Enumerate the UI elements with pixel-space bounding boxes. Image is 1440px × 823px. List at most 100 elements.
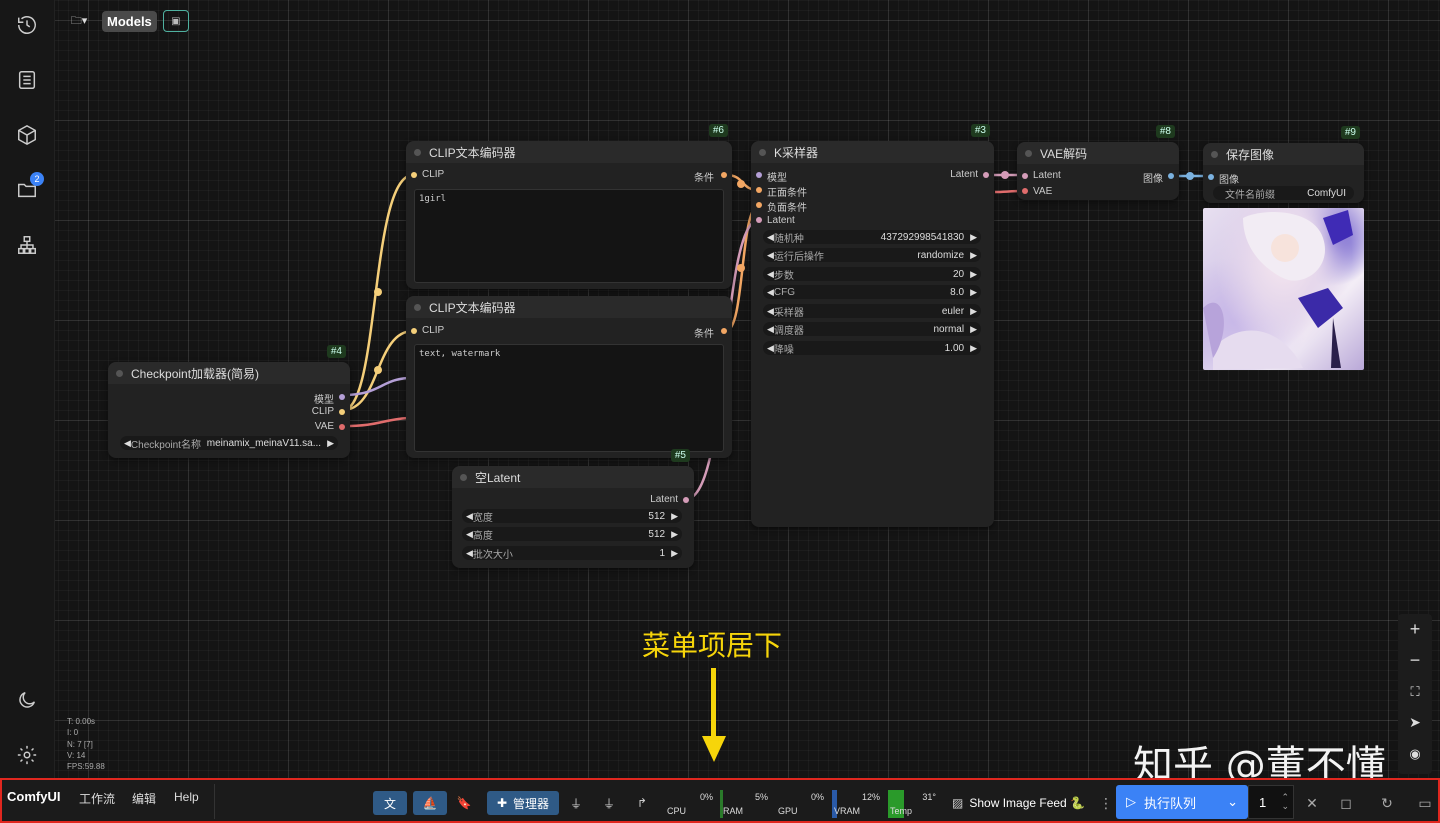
widget-scheduler[interactable]: ◀ 调度器 normal ▶ — [763, 322, 981, 337]
output-latent[interactable]: Latent — [950, 169, 978, 180]
bottom-menubar: ComfyUI 工作流 编辑 Help 文 ⛵ 🔖 ✚ 管理器 ⏚ ⏚ ↱ CPU… — [0, 778, 1440, 823]
input-clip[interactable]: CLIP — [422, 325, 444, 336]
bookmark-button[interactable]: 🔖 — [453, 791, 475, 815]
temp-monitor: Temp 31° — [888, 790, 936, 818]
input-clip[interactable]: CLIP — [422, 169, 444, 180]
stop-icon[interactable]: ◻ — [1336, 793, 1356, 813]
input-model[interactable]: 模型 — [767, 169, 787, 184]
chevron-down-icon[interactable]: ⌄ — [1227, 794, 1238, 810]
output-latent[interactable]: Latent — [650, 494, 678, 505]
widget-control-after-generate[interactable]: ◀ 运行后操作 randomize ▶ — [763, 248, 981, 263]
widget-ckpt-name[interactable]: ◀ Checkpoint名称 meinamix_meinaV11.sa... ▶ — [120, 436, 338, 451]
node-checkpoint-loader[interactable]: #4 Checkpoint加载器(简易) 模型 CLIP VAE ◀ Checkp… — [108, 345, 350, 458]
node-title: CLIP文本编码器 — [429, 300, 516, 315]
zoom-out-icon[interactable]: − — [1398, 645, 1432, 676]
panel-toggle-icon[interactable]: ▭ — [1415, 793, 1435, 813]
widget-cfg[interactable]: ◀ CFG 8.0 ▶ — [763, 285, 981, 299]
hierarchy-icon[interactable] — [13, 231, 41, 259]
widget-steps[interactable]: ◀ 步数 20 ▶ — [763, 267, 981, 282]
widget-sampler[interactable]: ◀ 采样器 euler ▶ — [763, 304, 981, 319]
node-save-image[interactable]: #9 保存图像 图像 文件名前缀 ComfyUI — [1203, 126, 1364, 203]
brand-logo: ComfyUI — [7, 789, 61, 804]
save-button[interactable]: ▣ — [162, 10, 189, 32]
batch-count-input[interactable]: 1 ⌃ ⌄ — [1248, 785, 1294, 819]
widget-filename-prefix[interactable]: 文件名前缀 ComfyUI — [1213, 186, 1354, 201]
moon-icon[interactable] — [13, 686, 41, 714]
gear-icon[interactable] — [13, 741, 41, 769]
show-image-feed-button[interactable]: ▨ Show Image Feed 🐍 — [952, 791, 1087, 815]
model-download-button[interactable]: ⏚ — [598, 791, 620, 815]
cube-icon[interactable] — [13, 121, 41, 149]
input-vae[interactable]: VAE — [1033, 186, 1052, 197]
node-title: Checkpoint加载器(简易) — [131, 366, 260, 381]
vram-monitor: VRAM 12% — [832, 790, 880, 818]
widget-width[interactable]: ◀ 宽度 512 ▶ — [462, 509, 682, 524]
share-icon: ↱ — [636, 796, 648, 810]
left-sidebar: 2 — [0, 0, 55, 778]
prompt-textarea[interactable]: text, watermark — [414, 344, 724, 452]
image-icon: ▨ — [952, 796, 964, 810]
node-id: #4 — [326, 345, 346, 358]
comfy-logo-button[interactable]: ⛵ — [413, 791, 447, 815]
ram-monitor: RAM 5% — [720, 790, 772, 818]
node-title: 保存图像 — [1226, 147, 1275, 162]
node-clip-text-encode-positive[interactable]: #6 CLIP文本编码器 CLIP 条件 1girl — [406, 124, 732, 289]
close-icon[interactable]: ✕ — [1302, 793, 1322, 813]
zoom-in-icon[interactable]: + — [1398, 614, 1432, 645]
prompt-textarea[interactable]: 1girl — [414, 189, 724, 283]
stepper-icon[interactable]: ⌃ ⌄ — [1281, 793, 1289, 811]
output-vae[interactable]: VAE — [315, 421, 334, 432]
play-icon: ▷ — [1126, 794, 1136, 809]
save-icon: ▣ — [171, 15, 181, 27]
output-image[interactable]: 图像 — [1143, 170, 1163, 185]
puzzle-icon: ✚ — [496, 796, 508, 810]
input-latent[interactable]: Latent — [1033, 170, 1061, 181]
folder-icon[interactable]: 2 — [13, 172, 44, 204]
sailboat-icon: ⛵ — [422, 796, 438, 810]
input-image[interactable]: 图像 — [1219, 171, 1239, 186]
widget-seed[interactable]: ◀ 随机种 437292998541830 ▶ — [763, 230, 981, 245]
node-title: K采样器 — [774, 145, 819, 160]
output-model[interactable]: 模型 — [314, 391, 334, 406]
fit-view-icon[interactable]: ⛶ — [1398, 676, 1432, 707]
output-clip[interactable]: CLIP — [312, 406, 334, 417]
folder-icon: 🗀▾ — [70, 14, 88, 27]
notebook-icon[interactable] — [13, 66, 41, 94]
input-negative[interactable]: 负面条件 — [767, 199, 807, 214]
manager-button[interactable]: ✚ 管理器 — [487, 791, 559, 815]
translate-button[interactable]: 文 — [373, 791, 407, 815]
more-icon[interactable]: ⋮ — [1096, 793, 1116, 813]
history-icon[interactable] — [13, 11, 41, 39]
node-empty-latent[interactable]: #5 空Latent Latent ◀ 宽度 512 ▶ ◀ 高度 512 ▶ ◀ 批次大小 1… — [452, 449, 694, 568]
input-positive[interactable]: 正面条件 — [767, 184, 807, 199]
input-latent[interactable]: Latent — [767, 215, 795, 226]
node-clip-text-encode-negative[interactable]: CLIP文本编码器 CLIP 条件 text, watermark — [406, 296, 732, 458]
node-id: #6 — [708, 124, 728, 137]
flask-icon: ⏚ — [602, 796, 615, 811]
node-vae-decode[interactable]: #8 VAE解码 Latent VAE 图像 — [1017, 125, 1179, 200]
queue-prompt-button[interactable]: ▷ 执行队列 ⌄ — [1116, 785, 1248, 819]
cpu-monitor: CPU 0% — [667, 792, 713, 816]
share-button[interactable]: ↱ — [631, 791, 653, 815]
node-id: #3 — [970, 124, 990, 137]
workflow-folder-button[interactable]: 🗀▾ — [62, 10, 96, 32]
node-ksampler[interactable]: #3 K采样器 模型 正面条件 负面条件 Latent Latent ◀ 随机种 4… — [751, 124, 994, 527]
node-template-button[interactable]: ⏚ — [565, 791, 587, 815]
refresh-icon[interactable]: ↻ — [1377, 793, 1397, 813]
widget-batch-size[interactable]: ◀ 批次大小 1 ▶ — [462, 546, 682, 561]
widget-denoise[interactable]: ◀ 降噪 1.00 ▶ — [763, 341, 981, 356]
menu-edit[interactable]: 编辑 — [132, 790, 156, 807]
navigate-icon[interactable]: ➤ — [1398, 707, 1432, 738]
annotation-arrow — [702, 668, 726, 762]
output-conditioning[interactable]: 条件 — [694, 325, 714, 340]
menu-workflow[interactable]: 工作流 — [79, 790, 115, 807]
flask-icon: ⏚ — [569, 796, 582, 811]
output-conditioning[interactable]: 条件 — [694, 169, 714, 184]
node-title: CLIP文本编码器 — [429, 145, 516, 160]
widget-height[interactable]: ◀ 高度 512 ▶ — [462, 527, 682, 542]
eye-icon[interactable]: ◉ — [1398, 738, 1432, 769]
menu-help[interactable]: Help — [174, 790, 199, 804]
models-tab[interactable]: Models — [102, 10, 157, 32]
link-model — [342, 376, 409, 397]
output-image-preview[interactable] — [1203, 208, 1364, 370]
